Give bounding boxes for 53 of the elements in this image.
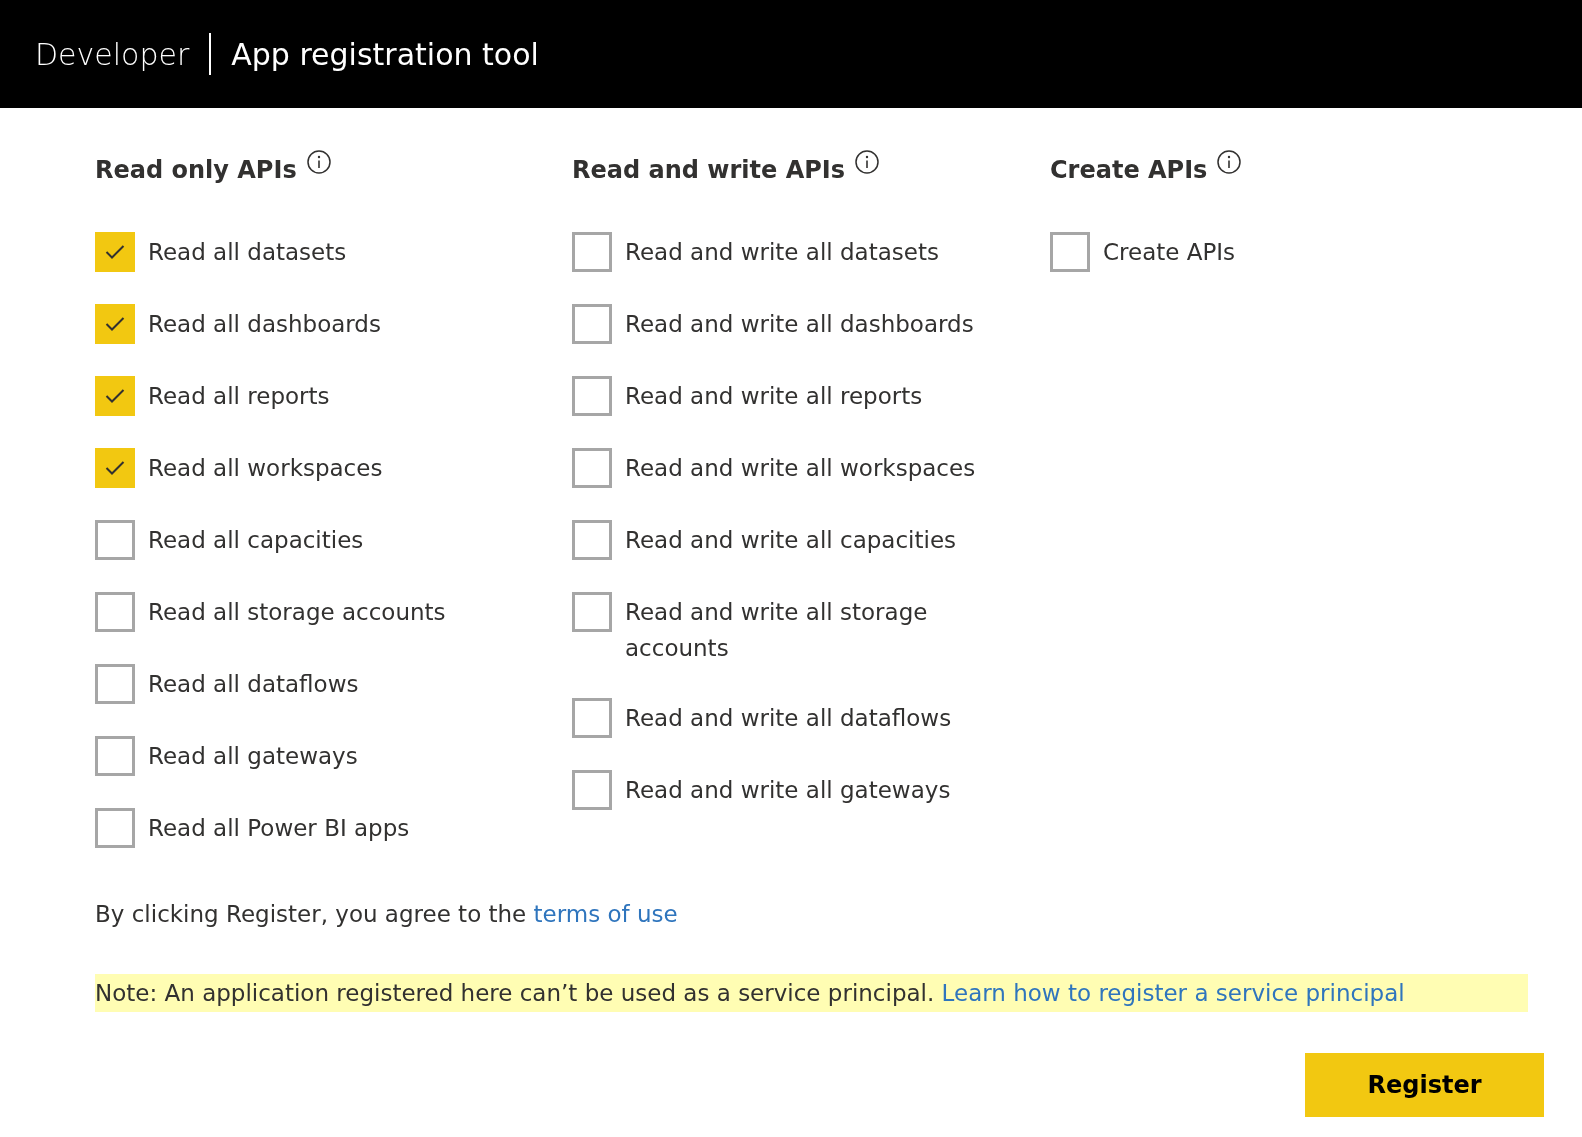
section-heading: Read and write APIs [572,155,846,186]
terms-text: By clicking Register, you agree to the terms of use [95,900,679,929]
checkbox-label[interactable]: Read all workspaces [148,450,383,486]
terms-link[interactable]: terms of use [533,901,678,927]
checkbox[interactable] [572,232,612,272]
info-icon[interactable] [1217,150,1242,174]
checkbox[interactable] [572,770,612,810]
checkbox[interactable] [95,664,135,704]
service-principal-link[interactable]: Learn how to register a service principal [941,980,1405,1006]
checkbox[interactable] [572,592,612,632]
checkbox[interactable] [95,592,135,632]
checkbox-label[interactable]: Read and write all datasets [625,234,939,270]
info-icon[interactable] [306,150,331,174]
checkbox[interactable] [95,736,135,776]
checkbox-label[interactable]: Read and write all workspaces [625,450,976,486]
checkbox-label[interactable]: Read all Power BI apps [148,810,410,846]
checkbox-label[interactable]: Read all dataflows [148,666,359,702]
checkbox[interactable] [1050,232,1090,272]
checkbox[interactable] [95,304,135,344]
checkbox-label[interactable]: Read and write all dashboards [625,306,974,342]
checkbox-label[interactable]: Read and write all gateways [625,772,951,808]
checkbox[interactable] [95,232,135,272]
checkbox[interactable] [572,520,612,560]
checkmark-icon [105,316,125,332]
checkbox-label[interactable]: Read all storage accounts [148,594,446,630]
checkbox-label[interactable]: Read all reports [148,378,330,414]
checkbox[interactable] [95,448,135,488]
checkbox-label[interactable]: Read all dashboards [148,306,381,342]
checkbox[interactable] [95,376,135,416]
checkbox[interactable] [95,808,135,848]
checkbox-label[interactable]: Read and write all reports [625,378,923,414]
register-button[interactable]: Register [1305,1053,1544,1117]
page-title: App registration tool [231,36,539,72]
note-banner: Note: An application registered here can’t be used as a service principal. Learn how to register a service principal [95,974,1528,1012]
checkbox-label[interactable]: Read all datasets [148,234,347,270]
checkmark-icon [105,388,125,404]
checkbox-label[interactable]: Read and write all capacities [625,522,957,558]
checkmark-icon [105,244,125,260]
checkbox[interactable] [572,304,612,344]
checkbox[interactable] [572,698,612,738]
checkbox-label[interactable]: Read all capacities [148,522,364,558]
checkbox-label[interactable]: Read and write all dataflows [625,700,952,736]
info-icon[interactable] [855,150,880,174]
checkbox[interactable] [95,520,135,560]
checkbox-label[interactable]: Read all gateways [148,738,358,774]
checkbox[interactable] [572,376,612,416]
checkbox-label[interactable]: Create APIs [1103,234,1236,270]
brand-name[interactable]: Developer [35,36,190,72]
section-heading: Create APIs [1050,155,1208,186]
checkbox[interactable] [572,448,612,488]
section-heading: Read only APIs [95,155,297,186]
checkmark-icon [105,460,125,476]
checkbox-label[interactable]: Read and write all storage accounts [625,594,1025,666]
